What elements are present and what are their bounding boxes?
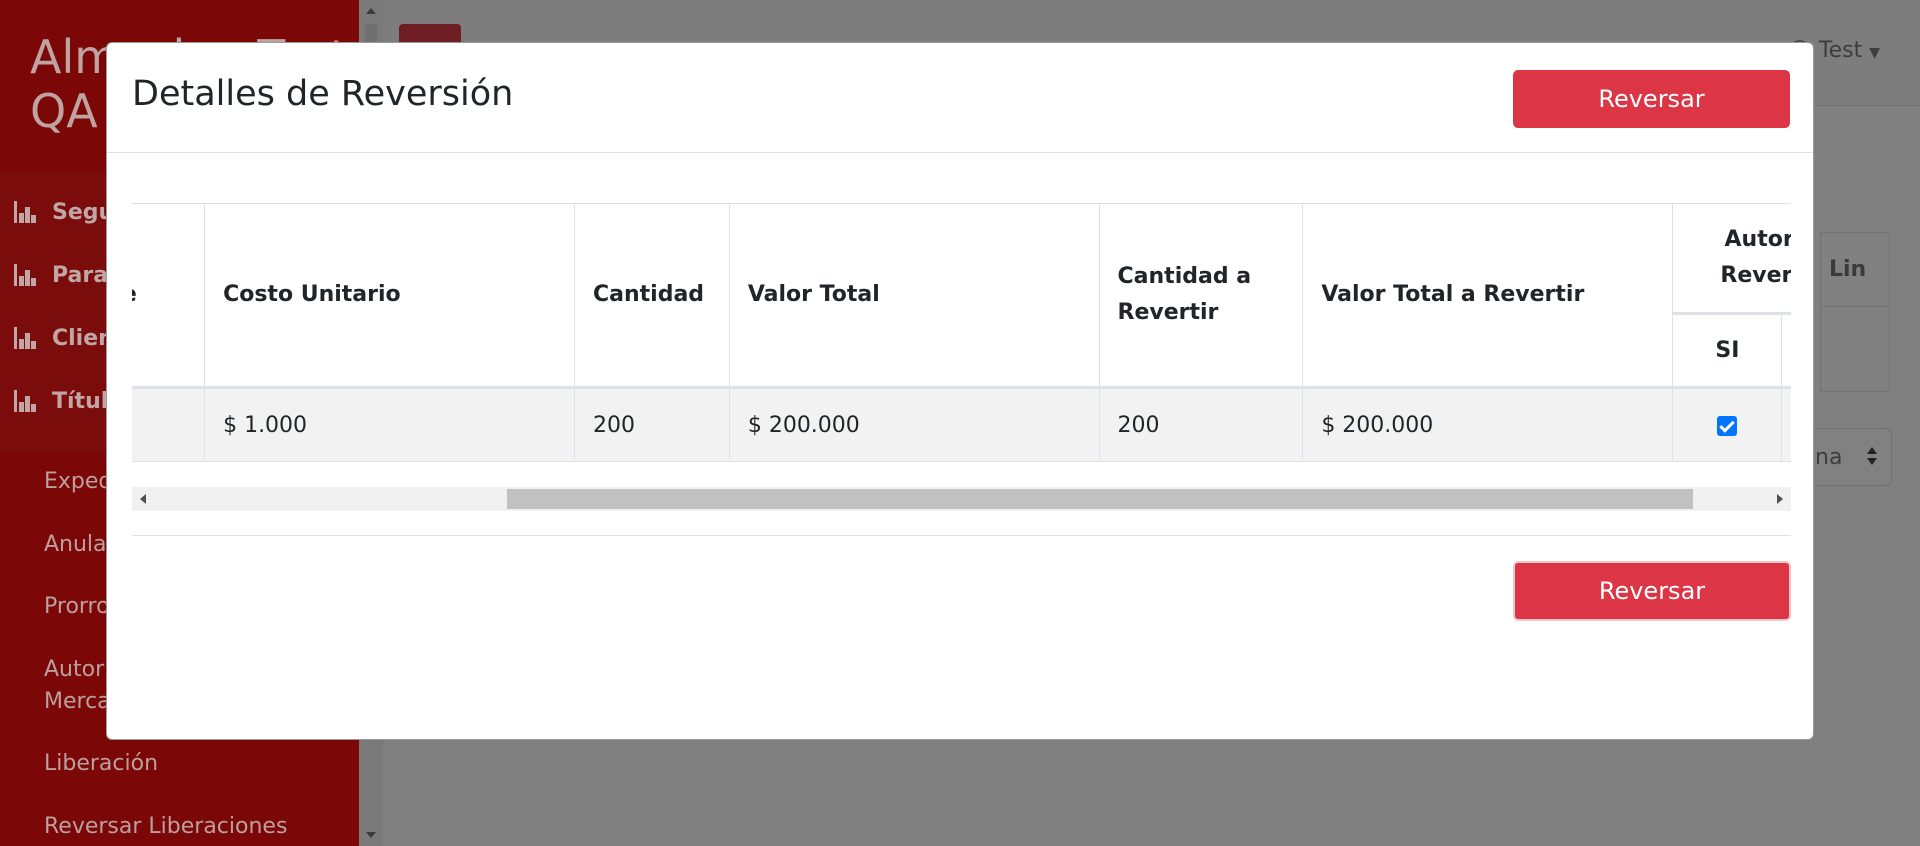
col-header-no: NO <box>1781 313 1791 389</box>
scrollbar-thumb[interactable] <box>507 489 1693 509</box>
modal-title: Detalles de Reversión <box>132 74 514 114</box>
chart-icon <box>14 390 38 412</box>
cell-cantidad: 200 <box>573 387 730 462</box>
authorize-si-checkbox[interactable] <box>1717 415 1738 436</box>
reverse-button-bottom[interactable]: Reversar <box>1513 561 1791 621</box>
scroll-up-icon[interactable] <box>366 8 376 14</box>
sidebar-subitem-reversar-liberaciones[interactable]: Reversar Liberaciones <box>44 811 287 843</box>
user-name: Test <box>1818 38 1863 63</box>
col-header-valor-total: Valor Total <box>728 203 1100 389</box>
chevron-down-icon: ▼ <box>1869 45 1880 61</box>
modal-footer-divider <box>132 535 1791 536</box>
table-scroll-container[interactable]: Unidad de Costo Unitario Cantidad Valor … <box>132 203 1791 503</box>
cell-costo-unitario: $ 1.000 <box>204 387 575 462</box>
reversion-table: Unidad de Costo Unitario Cantidad Valor … <box>132 203 1791 462</box>
chart-icon <box>14 327 38 349</box>
cell-autorizar-no <box>1781 387 1791 462</box>
col-header-si: SI <box>1672 313 1783 389</box>
sidebar-subitem-liberacion[interactable]: Liberación <box>44 748 158 780</box>
table-row: $ 1.000 200 $ 200.000 200 $ 200.000 <box>132 387 1791 462</box>
background-card-header: Lin <box>1821 233 1889 307</box>
reversion-details-modal: Detalles de Reversión Reversar Unidad de… <box>106 42 1814 740</box>
col-header-unidad: Unidad de <box>132 203 206 389</box>
col-header-costo-unitario: Costo Unitario <box>204 203 575 389</box>
scroll-right-icon[interactable] <box>1777 494 1783 504</box>
background-card: Lin <box>1820 232 1890 392</box>
chart-icon <box>14 264 38 286</box>
background-card-title: Lin <box>1829 257 1867 282</box>
reverse-button-top[interactable]: Reversar <box>1513 70 1790 128</box>
col-header-cantidad-revertir: Cantidad a Revertir <box>1098 203 1304 389</box>
cell-unidad <box>132 387 206 462</box>
modal-header: Detalles de Reversión Reversar <box>107 43 1813 153</box>
col-header-valor-total-revertir: Valor Total a Revertir <box>1302 203 1674 389</box>
col-header-cantidad: Cantidad <box>573 203 730 389</box>
col-header-autorizar-reversion: Autorizar Reversión <box>1672 203 1791 315</box>
chart-icon <box>14 201 38 223</box>
cell-valor-total: $ 200.000 <box>728 387 1100 462</box>
cell-valor-total-revertir: $ 200.000 <box>1302 387 1674 462</box>
scroll-left-icon[interactable] <box>140 494 146 504</box>
cell-cantidad-revertir: 200 <box>1098 387 1304 462</box>
select-value: na <box>1815 445 1843 470</box>
select-caret-icon <box>1867 447 1877 467</box>
cell-autorizar-si <box>1672 387 1783 462</box>
table-horizontal-scrollbar[interactable] <box>132 487 1791 511</box>
scroll-down-icon[interactable] <box>366 832 376 838</box>
